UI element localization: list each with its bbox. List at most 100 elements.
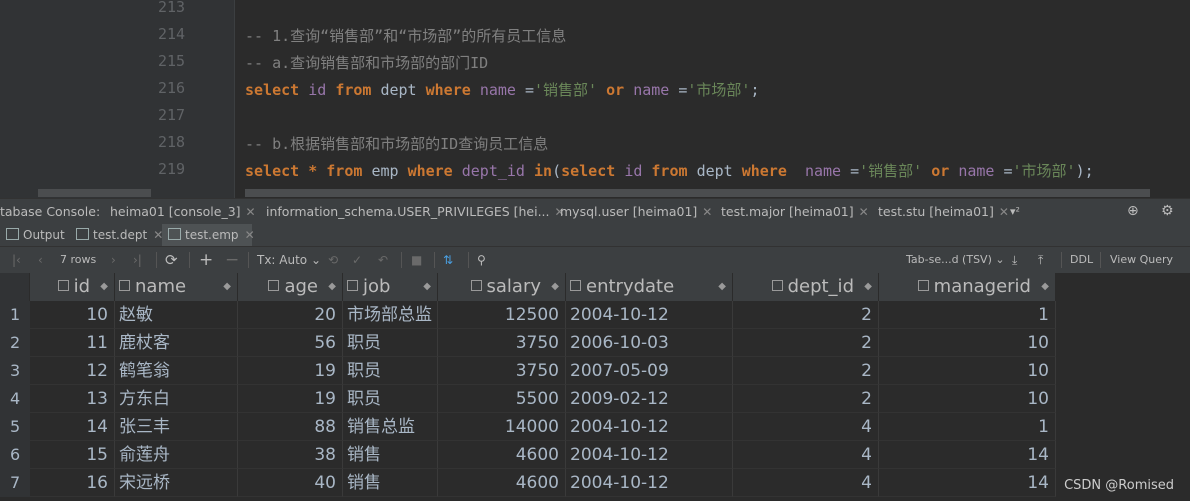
add-row-icon[interactable]: + xyxy=(199,247,213,273)
cell-name[interactable]: 鹤笔翁 xyxy=(115,357,238,385)
sort-icon[interactable]: ◆ xyxy=(223,273,231,301)
sort-icon[interactable]: ◆ xyxy=(864,273,872,301)
cell-managerid[interactable]: 10 xyxy=(879,357,1056,385)
cell-id[interactable]: 16 xyxy=(30,469,115,497)
close-icon[interactable]: ✕ xyxy=(999,205,1009,219)
ddl-button[interactable]: DDL xyxy=(1070,247,1093,273)
cell-job[interactable]: 销售 xyxy=(343,469,438,497)
cell-age[interactable]: 19 xyxy=(238,357,343,385)
close-icon[interactable]: ✕ xyxy=(702,205,712,219)
row-number[interactable]: 3 xyxy=(0,357,30,385)
cell-job[interactable]: 市场部总监 xyxy=(343,301,438,329)
commit-icon[interactable]: ⟲ xyxy=(328,247,338,273)
sql-editor[interactable]: 213 214 215 216 217 218 219 -- 1.查询“销售部”和“市场部”… xyxy=(0,0,1190,198)
refresh-icon[interactable]: ⟳ xyxy=(165,247,178,273)
sort-icon[interactable]: ◆ xyxy=(328,273,336,301)
prev-page-icon[interactable]: ‹ xyxy=(38,247,43,273)
sort-icon[interactable]: ◆ xyxy=(100,273,108,301)
rollback-icon[interactable]: ↶ xyxy=(378,247,388,273)
result-grid[interactable]: id ◆ name ◆ age ◆ job ◆ salary ◆ entrydate ◆ dept_id… xyxy=(0,273,1190,501)
cell-dept-id[interactable]: 2 xyxy=(733,301,879,329)
cell-salary[interactable]: 3750 xyxy=(438,357,566,385)
cell-id[interactable]: 15 xyxy=(30,441,115,469)
cell-id[interactable]: 11 xyxy=(30,329,115,357)
close-icon[interactable]: ✕ xyxy=(246,205,256,219)
cell-name[interactable]: 宋远桥 xyxy=(115,469,238,497)
column-header-id[interactable]: id ◆ xyxy=(30,273,115,301)
cell-job[interactable]: 职员 xyxy=(343,329,438,357)
cell-entrydate[interactable]: 2009-02-12 xyxy=(566,385,733,413)
code-line[interactable]: -- 1.查询“销售部”和“市场部”的所有员工信息 xyxy=(245,25,566,46)
tab-test-dept[interactable]: test.dept ✕ xyxy=(70,224,163,246)
globe-icon[interactable]: ⊕ xyxy=(1127,203,1139,219)
sort-icon[interactable]: ◆ xyxy=(423,273,431,301)
tab-console-3[interactable]: heima01 [console_3] ✕ xyxy=(110,199,256,225)
column-header-entrydate[interactable]: entrydate ◆ xyxy=(566,273,733,301)
cell-age[interactable]: 40 xyxy=(238,469,343,497)
tab-test-major[interactable]: test.major [heima01] ✕ xyxy=(721,199,869,225)
cell-id[interactable]: 10 xyxy=(30,301,115,329)
cell-age[interactable]: 38 xyxy=(238,441,343,469)
cell-age[interactable]: 56 xyxy=(238,329,343,357)
row-number[interactable]: 7 xyxy=(0,469,30,497)
code-line[interactable]: select id from dept where name ='销售部' or… xyxy=(245,79,759,100)
last-page-icon[interactable]: ›| xyxy=(133,247,142,273)
cell-salary[interactable]: 5500 xyxy=(438,385,566,413)
cell-salary[interactable]: 12500 xyxy=(438,301,566,329)
cell-managerid[interactable]: 1 xyxy=(879,413,1056,441)
pin-icon[interactable]: ⚲ xyxy=(477,247,486,273)
code-line[interactable]: -- b.根据销售部和市场部的ID查询员工信息 xyxy=(245,133,548,154)
cell-id[interactable]: 14 xyxy=(30,413,115,441)
cell-entrydate[interactable]: 2006-10-03 xyxy=(566,329,733,357)
row-number[interactable]: 5 xyxy=(0,413,30,441)
cell-id[interactable]: 13 xyxy=(30,385,115,413)
code-line[interactable]: -- a.查询销售部和市场部的部门ID xyxy=(245,52,488,73)
cell-job[interactable]: 职员 xyxy=(343,385,438,413)
download-icon[interactable]: ⤓ xyxy=(1012,247,1017,273)
cell-managerid[interactable]: 1 xyxy=(879,301,1056,329)
cell-entrydate[interactable]: 2004-10-12 xyxy=(566,441,733,469)
first-page-icon[interactable]: |‹ xyxy=(12,247,21,273)
cell-age[interactable]: 88 xyxy=(238,413,343,441)
tab-test-emp[interactable]: test.emp ✕ xyxy=(162,224,255,246)
close-icon[interactable]: ✕ xyxy=(245,228,255,242)
upload-icon[interactable]: ⤒ xyxy=(1038,247,1043,273)
tx-mode-dropdown[interactable]: Tx: Auto ⌄ xyxy=(257,247,321,273)
cell-dept-id[interactable]: 2 xyxy=(733,329,879,357)
cell-managerid[interactable]: 14 xyxy=(879,469,1056,497)
cell-age[interactable]: 19 xyxy=(238,385,343,413)
cell-id[interactable]: 12 xyxy=(30,357,115,385)
cell-name[interactable]: 赵敏 xyxy=(115,301,238,329)
column-header-job[interactable]: job ◆ xyxy=(343,273,438,301)
cell-name[interactable]: 俞莲舟 xyxy=(115,441,238,469)
cell-managerid[interactable]: 10 xyxy=(879,329,1056,357)
code-line[interactable]: select * from emp where dept_id in(selec… xyxy=(245,160,1094,181)
compare-icon[interactable]: ⇅ xyxy=(443,247,453,273)
row-number[interactable]: 2 xyxy=(0,329,30,357)
cell-salary[interactable]: 3750 xyxy=(438,329,566,357)
delete-row-icon[interactable]: − xyxy=(225,247,239,273)
column-header-age[interactable]: age ◆ xyxy=(238,273,343,301)
tab-test-stu[interactable]: test.stu [heima01] ✕ xyxy=(878,199,1009,225)
tab-output[interactable]: Output xyxy=(0,224,68,246)
cell-age[interactable]: 20 xyxy=(238,301,343,329)
cell-dept-id[interactable]: 4 xyxy=(733,413,879,441)
gear-icon[interactable]: ⚙ xyxy=(1161,203,1174,219)
cell-entrydate[interactable]: 2004-10-12 xyxy=(566,413,733,441)
row-number[interactable]: 1 xyxy=(0,301,30,329)
cell-name[interactable]: 张三丰 xyxy=(115,413,238,441)
close-icon[interactable]: ✕ xyxy=(859,205,869,219)
cell-dept-id[interactable]: 4 xyxy=(733,441,879,469)
left-scrollbar[interactable] xyxy=(38,189,151,197)
view-query-button[interactable]: View Query xyxy=(1110,247,1173,273)
sort-icon[interactable]: ◆ xyxy=(551,273,559,301)
check-icon[interactable]: ✓ xyxy=(352,247,362,273)
cell-dept-id[interactable]: 2 xyxy=(733,357,879,385)
cell-managerid[interactable]: 10 xyxy=(879,385,1056,413)
cell-dept-id[interactable]: 4 xyxy=(733,469,879,497)
sort-icon[interactable]: ◆ xyxy=(718,273,726,301)
tab-user-privileges[interactable]: information_schema.USER_PRIVILEGES [hei.… xyxy=(266,199,565,225)
column-header-managerid[interactable]: managerid ◆ xyxy=(879,273,1056,301)
tab-mysql-user[interactable]: mysql.user [heima01] ✕ xyxy=(560,199,712,225)
cell-salary[interactable]: 4600 xyxy=(438,441,566,469)
